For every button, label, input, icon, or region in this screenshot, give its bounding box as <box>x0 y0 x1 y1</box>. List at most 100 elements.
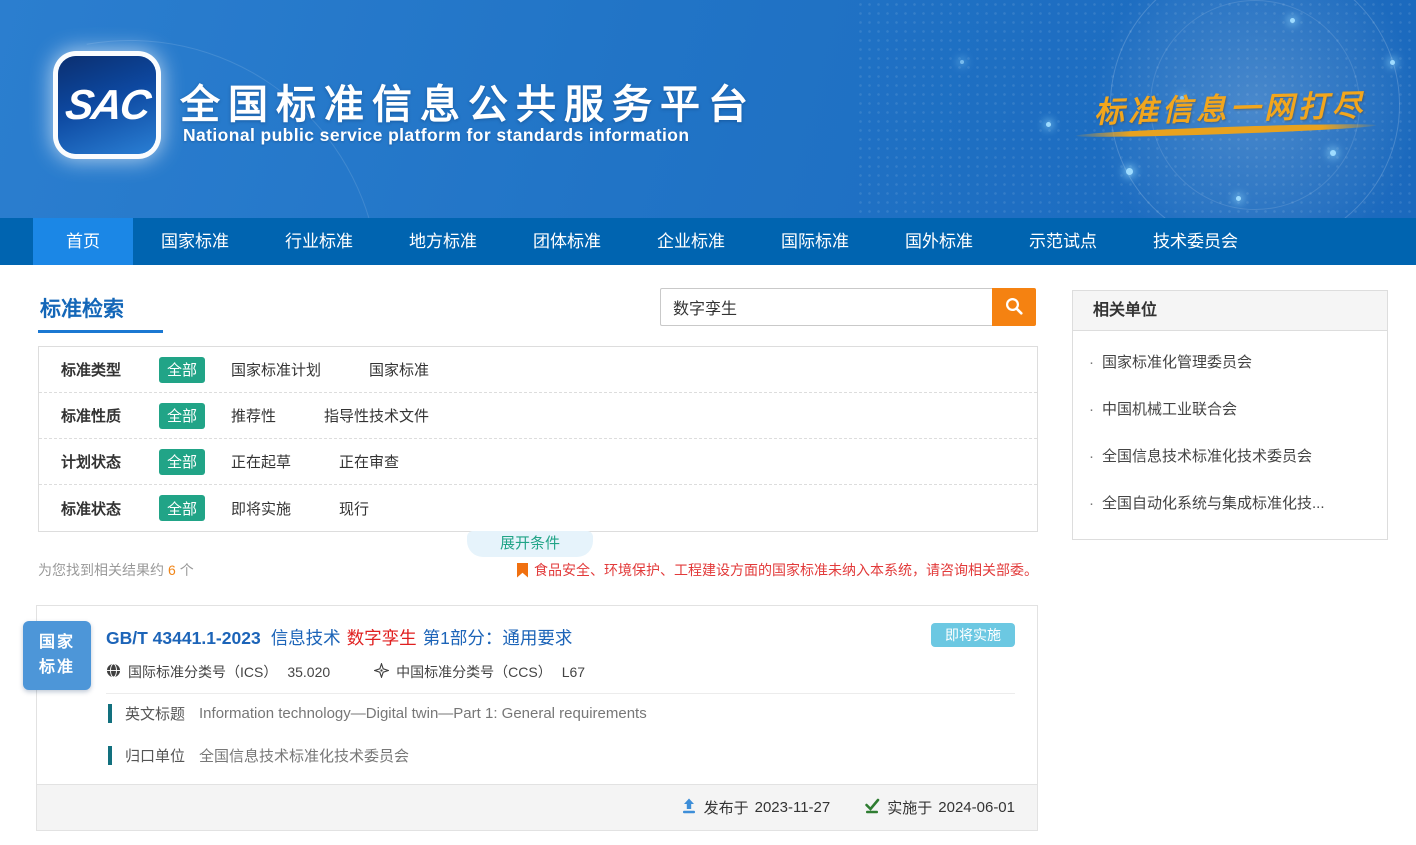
filter-row-standard-type: 标准类型 全部 国家标准计划 国家标准 <box>39 347 1037 393</box>
main-nav: 首页 国家标准 行业标准 地方标准 团体标准 企业标准 国际标准 国外标准 示范… <box>0 218 1416 265</box>
filter-option[interactable]: 国家标准 <box>369 359 429 380</box>
filter-option[interactable]: 即将实施 <box>231 498 291 519</box>
standard-result-card: 国家 标准 GB/T 43441.1-2023信息技术数字孪生第1部分：通用要求… <box>36 605 1038 831</box>
search-input[interactable] <box>660 288 992 326</box>
page-title: 标准检索 <box>40 293 124 323</box>
related-units-panel: 相关单位 国家标准化管理委员会 中国机械工业联合会 全国信息技术标准化技术委员会… <box>1072 290 1388 540</box>
system-notice: 食品安全、环境保护、工程建设方面的国家标准未纳入本系统，请咨询相关部委。 <box>517 560 1038 580</box>
published-date: 2023-11-27 <box>755 799 831 816</box>
sac-logo-text: SAC <box>62 81 151 129</box>
filter-all-button[interactable]: 全部 <box>159 449 205 475</box>
decor-dot <box>1236 196 1241 201</box>
result-count-suffix: 个 <box>180 562 194 578</box>
related-unit-item[interactable]: 中国机械工业联合会 <box>1073 386 1387 433</box>
english-title-row: 英文标题 Information technology—Digital twin… <box>108 703 647 724</box>
decor-dot <box>1290 18 1295 23</box>
badge-line2: 标准 <box>23 656 91 681</box>
result-count-number: 6 <box>168 562 176 578</box>
globe-icon <box>106 663 128 681</box>
card-divider <box>106 693 1015 694</box>
bookmark-icon <box>517 563 528 578</box>
committee-label: 归口单位 <box>125 745 185 766</box>
search-icon <box>1004 296 1024 319</box>
filter-all-button[interactable]: 全部 <box>159 403 205 429</box>
status-badge: 即将实施 <box>931 623 1015 647</box>
standard-type-badge: 国家 标准 <box>23 621 91 690</box>
committee-row: 归口单位 全国信息技术标准化技术委员会 <box>108 745 409 766</box>
publish-upload-icon <box>681 798 704 818</box>
filter-row-plan-status: 计划状态 全部 正在起草 正在审查 <box>39 439 1037 485</box>
decor-dot <box>1330 150 1336 156</box>
implemented-date: 2024-06-01 <box>938 799 1015 816</box>
english-title-label: 英文标题 <box>125 703 185 724</box>
ccs-value: L67 <box>562 664 585 680</box>
classification-row: 国际标准分类号（ICS） 35.020 中国标准分类号（CCS） L67 <box>106 662 629 682</box>
ccs-label: 中国标准分类号（CCS） <box>396 662 552 682</box>
ics-value: 35.020 <box>287 664 330 680</box>
related-unit-item[interactable]: 全国自动化系统与集成标准化技... <box>1073 480 1387 527</box>
standard-title-link[interactable]: GB/T 43441.1-2023 信息技术数字孪生第1部分：通用要求 <box>106 625 578 650</box>
ccs-classification: 中国标准分类号（CCS） L67 <box>374 662 585 682</box>
filter-label: 计划状态 <box>61 451 139 472</box>
filter-label: 标准类型 <box>61 359 139 380</box>
filter-option[interactable]: 正在起草 <box>231 451 291 472</box>
filter-label: 标准性质 <box>61 405 139 426</box>
filter-option[interactable]: 推荐性 <box>231 405 276 426</box>
standard-title-highlight: 数字孪生 <box>347 628 417 648</box>
tab-industry-standard[interactable]: 行业标准 <box>257 218 381 265</box>
decor-dot <box>1046 122 1051 127</box>
filter-all-button[interactable]: 全部 <box>159 495 205 521</box>
published-label: 发布于 <box>704 797 749 818</box>
filter-option[interactable]: 国家标准计划 <box>231 359 321 380</box>
teal-bar <box>108 746 112 765</box>
search-button[interactable] <box>992 288 1036 326</box>
system-notice-text: 食品安全、环境保护、工程建设方面的国家标准未纳入本系统，请咨询相关部委。 <box>534 560 1038 580</box>
filter-row-standard-nature: 标准性质 全部 推荐性 指导性技术文件 <box>39 393 1037 439</box>
tab-local-standard[interactable]: 地方标准 <box>381 218 505 265</box>
published-date-item: 发布于 2023-11-27 <box>681 797 831 818</box>
site-subtitle: National public service platform for sta… <box>183 125 689 146</box>
filter-all-button[interactable]: 全部 <box>159 357 205 383</box>
related-unit-item[interactable]: 国家标准化管理委员会 <box>1073 339 1387 386</box>
badge-line1: 国家 <box>23 631 91 656</box>
tab-group-standard[interactable]: 团体标准 <box>505 218 629 265</box>
tab-pilot-program[interactable]: 示范试点 <box>1001 218 1125 265</box>
compass-icon <box>374 663 396 681</box>
related-unit-item[interactable]: 全国信息技术标准化技术委员会 <box>1073 433 1387 480</box>
tab-home[interactable]: 首页 <box>33 218 133 265</box>
site-header: SAC 全国标准信息公共服务平台 National public service… <box>0 0 1416 218</box>
committee-value: 全国信息技术标准化技术委员会 <box>199 745 409 766</box>
decor-dot <box>1126 168 1133 175</box>
filter-option[interactable]: 正在审查 <box>339 451 399 472</box>
card-footer: 发布于 2023-11-27 实施于 2024-06-01 <box>37 784 1037 830</box>
implemented-date-item: 实施于 2024-06-01 <box>864 797 1015 818</box>
result-count: 为您找到相关结果约6个 <box>38 560 194 580</box>
tab-technical-committee[interactable]: 技术委员会 <box>1125 218 1266 265</box>
decor-dot <box>1390 60 1395 65</box>
filter-option[interactable]: 指导性技术文件 <box>324 405 429 426</box>
tab-international-standard[interactable]: 国际标准 <box>753 218 877 265</box>
expand-conditions-button[interactable]: 展开条件 <box>467 531 593 557</box>
ics-classification: 国际标准分类号（ICS） 35.020 <box>106 662 330 682</box>
decor-dot <box>960 60 964 64</box>
filter-label: 标准状态 <box>61 498 139 519</box>
tab-national-standard[interactable]: 国家标准 <box>133 218 257 265</box>
implement-check-icon <box>864 798 887 818</box>
filter-panel: 标准类型 全部 国家标准计划 国家标准 标准性质 全部 推荐性 指导性技术文件 … <box>38 346 1038 532</box>
tab-enterprise-standard[interactable]: 企业标准 <box>629 218 753 265</box>
related-units-title: 相关单位 <box>1073 291 1387 331</box>
standard-title-post: 第1部分：通用要求 <box>423 628 573 648</box>
teal-bar <box>108 704 112 723</box>
filter-option[interactable]: 现行 <box>339 498 369 519</box>
result-count-prefix: 为您找到相关结果约 <box>38 562 164 578</box>
results-bar: 为您找到相关结果约6个 食品安全、环境保护、工程建设方面的国家标准未纳入本系统，… <box>38 560 1038 580</box>
sac-logo[interactable]: SAC <box>58 56 156 154</box>
ics-label: 国际标准分类号（ICS） <box>128 662 277 682</box>
tab-foreign-standard[interactable]: 国外标准 <box>877 218 1001 265</box>
standard-title-pre: 信息技术 <box>271 628 341 648</box>
standard-code: GB/T 43441.1-2023 <box>106 628 261 648</box>
filter-row-standard-status: 标准状态 全部 即将实施 现行 <box>39 485 1037 531</box>
english-title-value: Information technology—Digital twin—Part… <box>199 705 647 722</box>
search-box <box>660 288 1036 326</box>
site-title: 全国标准信息公共服务平台 <box>180 72 756 130</box>
